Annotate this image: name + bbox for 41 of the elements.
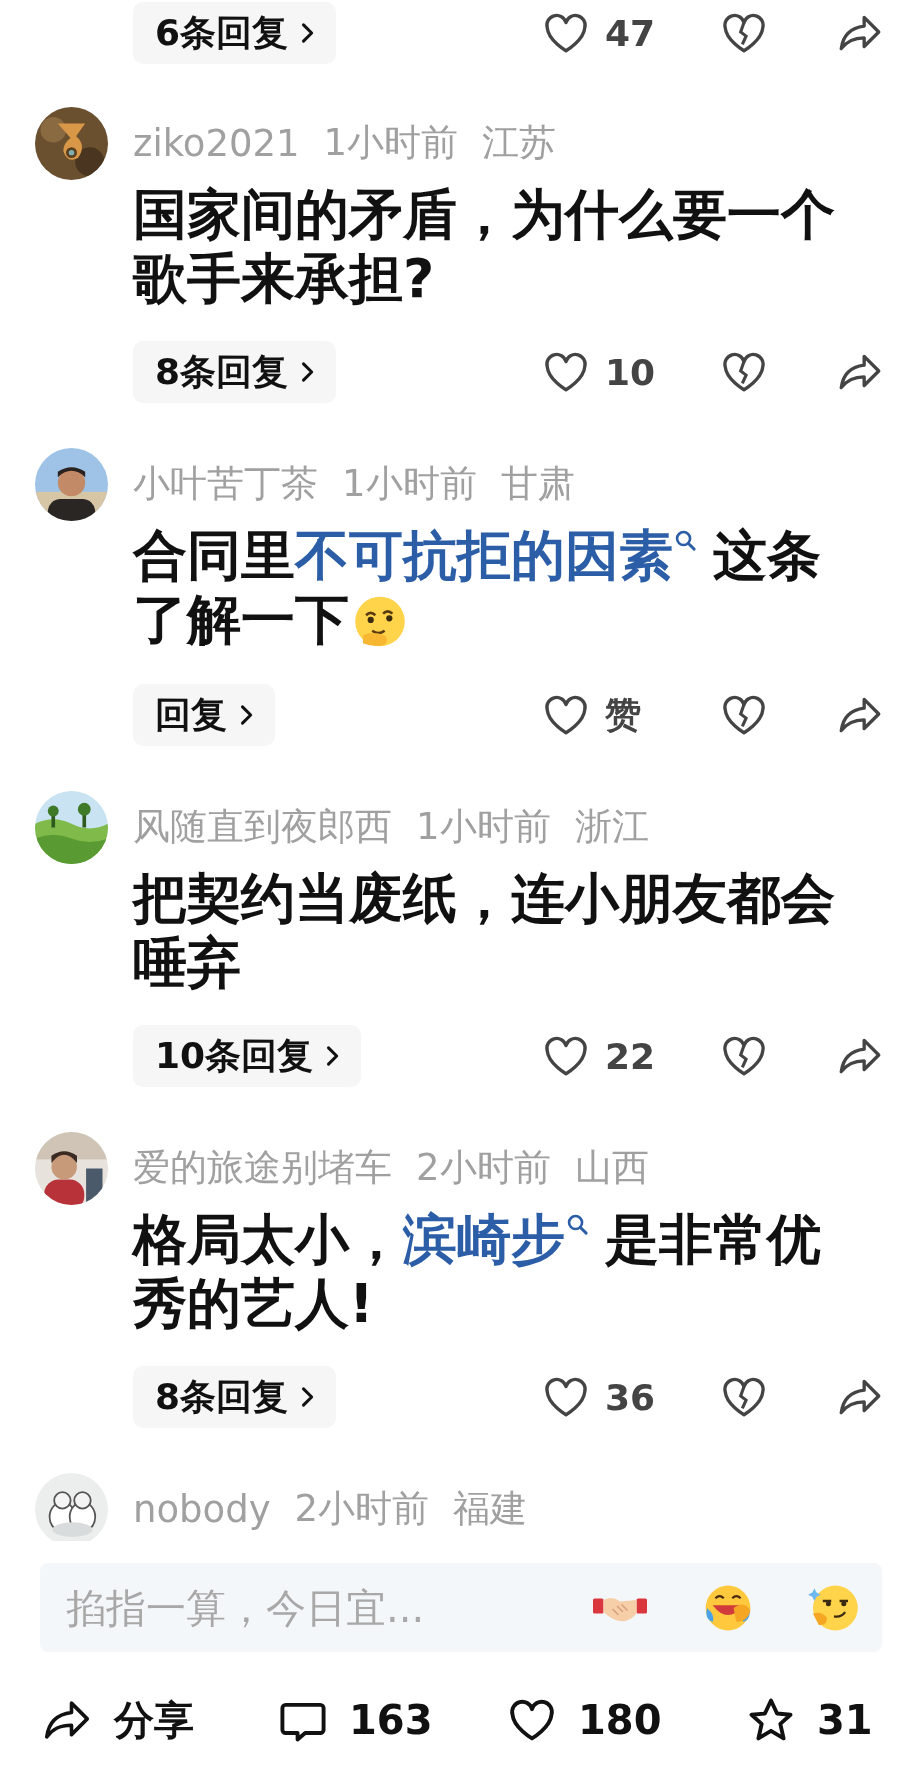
user-name: 风随直到夜郎西 <box>133 804 392 851</box>
user-name: 小叶苦丁茶 <box>133 461 318 507</box>
replies-button[interactable]: 回复 <box>133 684 275 747</box>
like-count: 22 <box>605 1035 656 1077</box>
comment-time: 1小时前 <box>323 120 459 166</box>
comment-region: 江苏 <box>482 120 557 166</box>
like-count: 47 <box>605 12 656 54</box>
chevron-right-icon <box>239 703 253 728</box>
like-count: 36 <box>605 1376 656 1418</box>
replies-button[interactable]: 8条回复 <box>133 1366 337 1429</box>
user-name: ziko2021 <box>133 121 300 165</box>
comment-region: 福建 <box>453 1486 528 1533</box>
share-label[interactable]: 分享 <box>114 1692 194 1748</box>
comment-region: 山西 <box>574 1145 649 1192</box>
like-count: 赞 <box>605 692 641 737</box>
comment-region: 浙江 <box>574 804 649 851</box>
comment-time: 1小时前 <box>416 804 551 851</box>
user-name: nobody <box>133 1487 271 1531</box>
comment-input-field[interactable]: 掐指一算，今日宜... <box>40 1563 882 1652</box>
comment-count[interactable]: 163 <box>349 1697 433 1743</box>
chevron-right-icon <box>325 1044 340 1069</box>
user-name: 爱的旅途别堵车 <box>133 1145 392 1192</box>
like-count: 10 <box>605 351 656 393</box>
chevron-right-icon <box>300 360 315 384</box>
comment-time: 2小时前 <box>294 1486 430 1533</box>
comment-region: 甘肃 <box>500 461 575 507</box>
chevron-right-icon <box>300 21 315 45</box>
chevron-right-icon <box>300 1385 315 1410</box>
replies-button[interactable]: 10条回复 <box>133 1025 362 1088</box>
comment-text: 合同里不可抗拒的因素 这条了解一下 <box>133 524 873 655</box>
topic-link[interactable]: 滨崎步 <box>403 1208 591 1272</box>
comment-text: 把契约当废纸，连小朋友都会唾弃 <box>133 867 836 996</box>
comment-text: 格局太小，滨崎步 是非常优秀的艺人! <box>133 1208 822 1337</box>
favorite-count[interactable]: 31 <box>817 1697 873 1743</box>
like-count[interactable]: 180 <box>578 1697 662 1743</box>
comment-time: 2小时前 <box>416 1145 551 1192</box>
comment-text: 国家间的矛盾，为什么要一个歌手来承担? <box>133 183 836 311</box>
replies-button[interactable]: 8条回复 <box>133 341 337 403</box>
topic-link[interactable]: 不可抗拒的因素 <box>295 524 699 587</box>
comment-time: 1小时前 <box>342 461 477 507</box>
replies-button[interactable]: 6条回复 <box>133 2 337 64</box>
